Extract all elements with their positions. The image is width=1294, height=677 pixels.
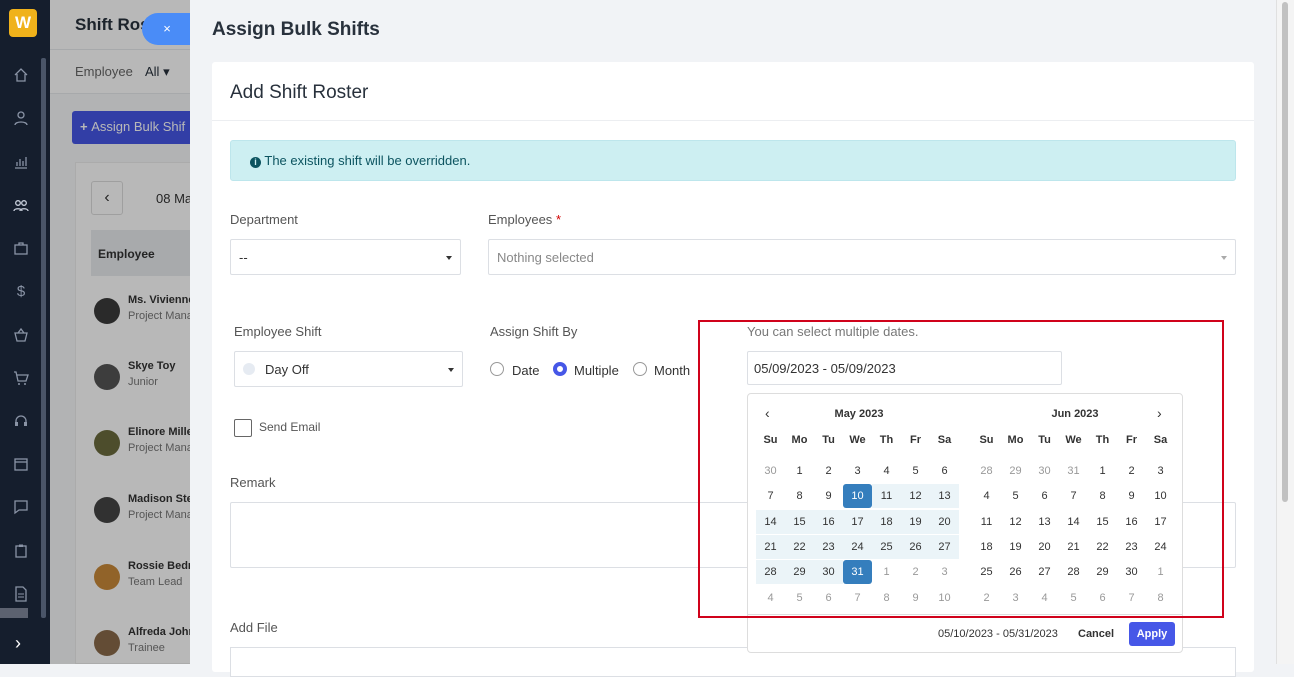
cart-icon[interactable] xyxy=(13,370,29,386)
remark-label: Remark xyxy=(230,475,276,490)
employee-shift-select[interactable]: Day Off xyxy=(234,351,463,387)
shift-color-dot xyxy=(243,363,255,375)
send-email-label: Send Email xyxy=(259,420,321,434)
briefcase-icon[interactable] xyxy=(13,240,29,256)
department-select[interactable]: -- xyxy=(230,239,461,275)
cancel-button[interactable]: Cancel xyxy=(1078,628,1114,640)
message-icon[interactable] xyxy=(13,499,29,515)
card-title: Add Shift Roster xyxy=(230,82,369,103)
info-alert: i The existing shift will be overridden. xyxy=(230,140,1236,181)
app-logo[interactable]: W xyxy=(9,9,37,37)
employees-label-text: Employees xyxy=(488,212,553,227)
clipboard-icon[interactable] xyxy=(13,543,29,559)
assign-shift-by-label: Assign Shift By xyxy=(490,324,578,339)
radio-multiple[interactable] xyxy=(553,362,567,376)
add-file-label: Add File xyxy=(230,620,278,635)
department-label: Department xyxy=(230,212,298,227)
sidebar-scrollbar[interactable] xyxy=(41,58,46,618)
chevron-down-icon xyxy=(448,368,454,372)
alert-text: The existing shift will be overridden. xyxy=(264,153,471,168)
radio-date-label: Date xyxy=(512,363,540,378)
selected-range-text: 05/10/2023 - 05/31/2023 xyxy=(938,628,1058,640)
employees-label: Employees * xyxy=(488,212,561,227)
user-icon[interactable] xyxy=(13,110,29,126)
calendar-icon[interactable] xyxy=(13,456,29,472)
apply-button[interactable]: Apply xyxy=(1129,622,1175,646)
chevron-down-icon xyxy=(446,256,452,260)
document-icon[interactable] xyxy=(13,586,29,602)
employees-select[interactable]: Nothing selected xyxy=(488,239,1236,275)
send-email-checkbox[interactable] xyxy=(234,419,252,437)
chevron-down-icon xyxy=(1221,256,1227,260)
scrollbar-thumb[interactable] xyxy=(1282,2,1288,502)
required-marker: * xyxy=(555,212,561,227)
sidebar-collapse-icon[interactable]: › xyxy=(15,633,21,654)
sidebar: W $ › xyxy=(0,0,50,664)
panel-title: Assign Bulk Shifts xyxy=(212,19,380,40)
highlight-box xyxy=(698,320,1224,618)
basket-icon[interactable] xyxy=(13,327,29,343)
employee-shift-label: Employee Shift xyxy=(234,324,322,339)
panel-scrollbar[interactable] xyxy=(1276,0,1294,664)
employees-placeholder: Nothing selected xyxy=(497,250,594,265)
sidebar-hscroll[interactable] xyxy=(0,608,28,618)
dollar-icon[interactable]: $ xyxy=(13,283,29,300)
radio-month[interactable] xyxy=(633,362,647,376)
radio-date[interactable] xyxy=(490,362,504,376)
close-icon: × xyxy=(163,21,171,36)
department-value: -- xyxy=(239,250,248,265)
info-icon: i xyxy=(250,157,261,168)
home-icon[interactable] xyxy=(13,67,29,83)
divider xyxy=(212,120,1254,121)
radio-month-label: Month xyxy=(654,363,691,378)
team-icon[interactable] xyxy=(13,197,29,213)
date-picker-footer: 05/10/2023 - 05/31/2023 Cancel Apply xyxy=(748,614,1182,654)
chart-icon[interactable] xyxy=(13,154,29,170)
close-panel-button[interactable]: × xyxy=(142,13,192,45)
radio-multiple-label: Multiple xyxy=(574,363,619,378)
employee-shift-value: Day Off xyxy=(265,362,309,377)
headset-icon[interactable] xyxy=(13,413,29,429)
